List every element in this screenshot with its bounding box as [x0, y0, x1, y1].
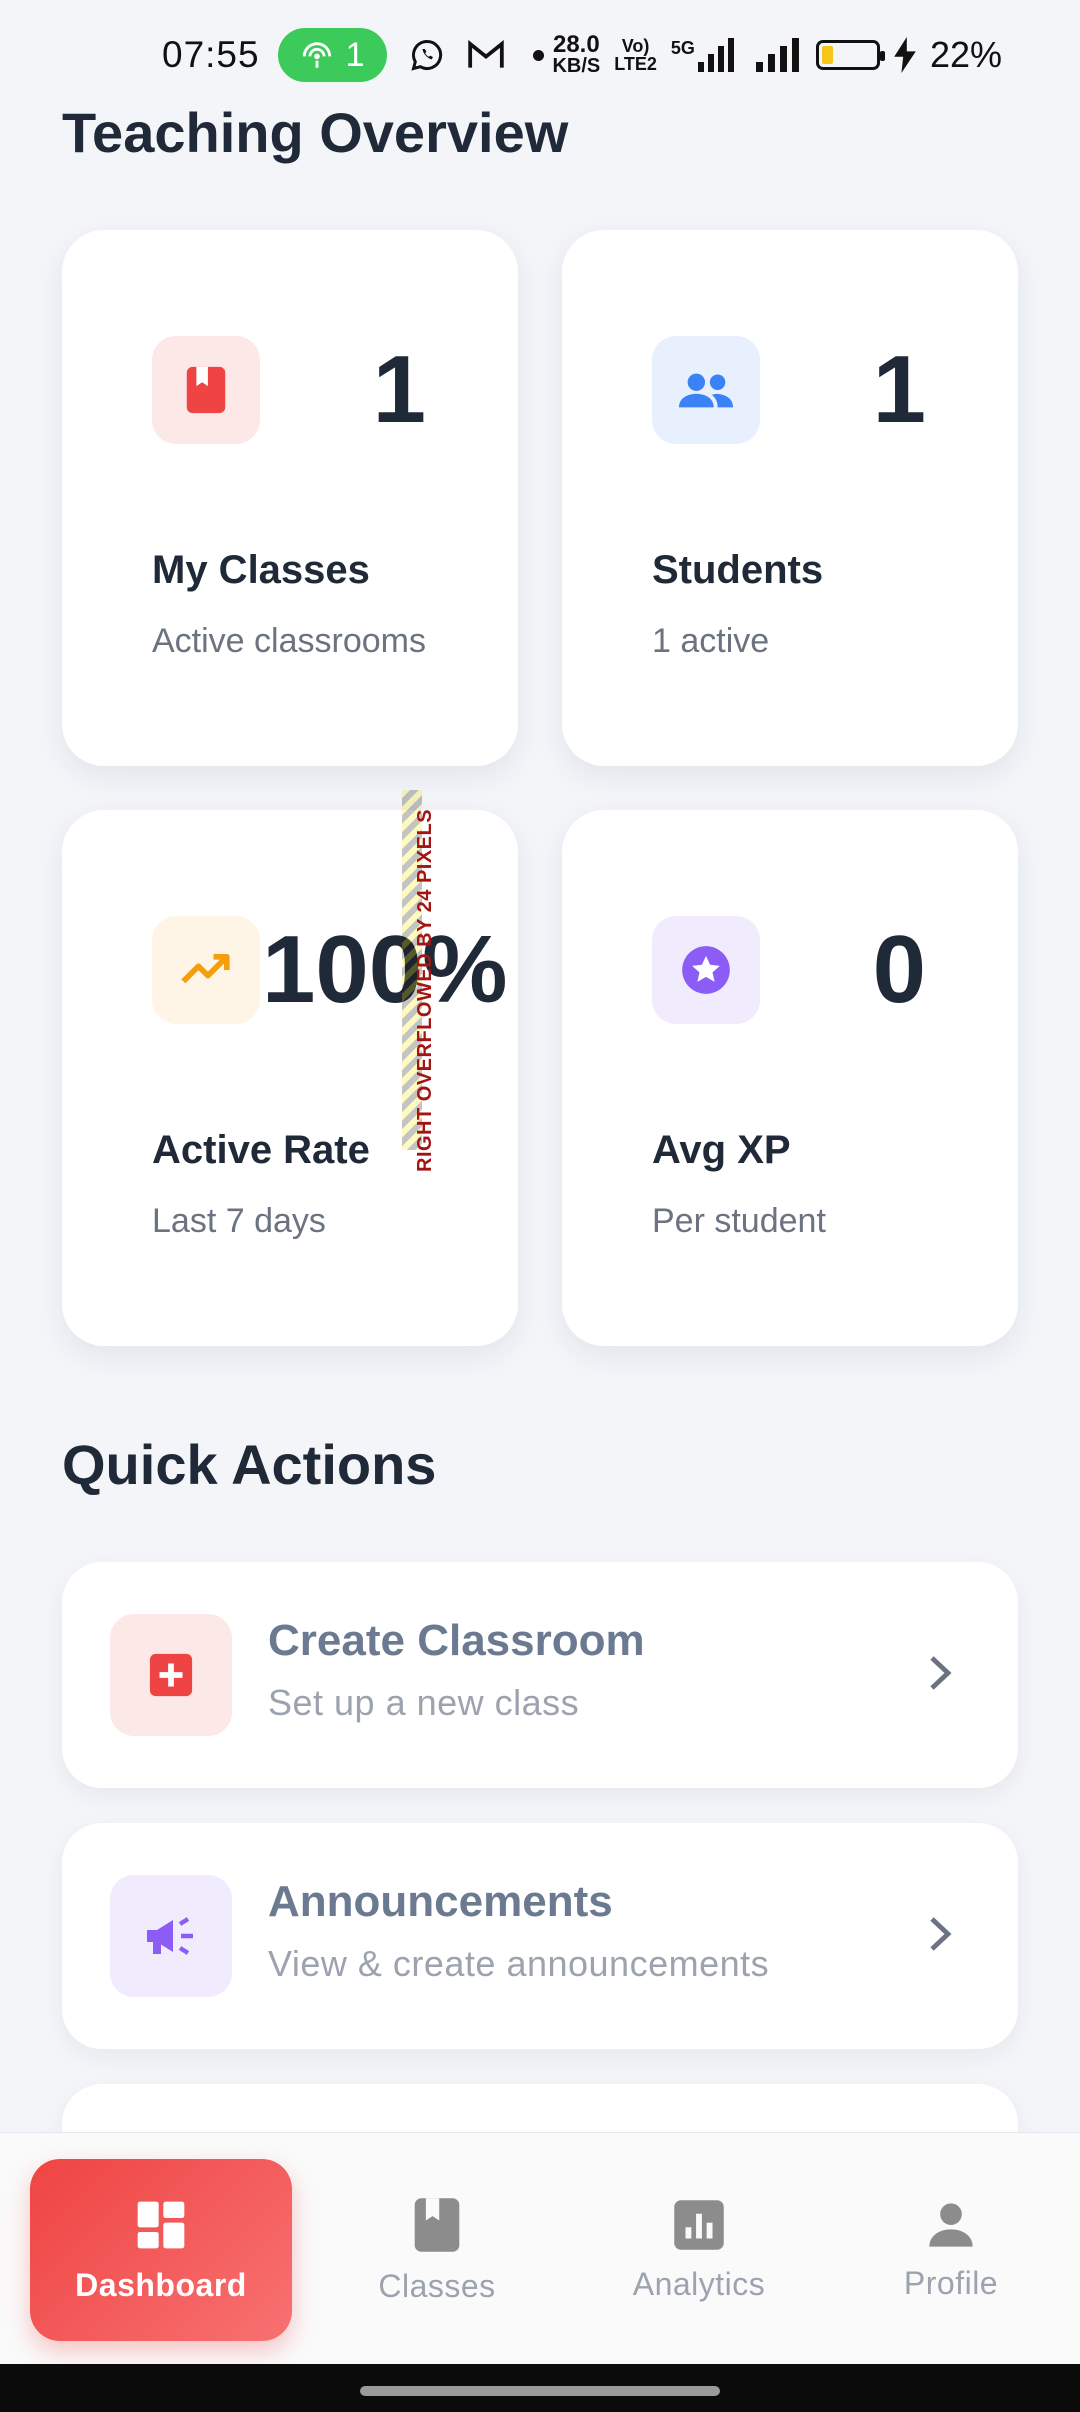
teacher-dashboard-screen: 07:55 1 28.0 KB/S Vo) LTE2 5G 22% Teachi… [0, 0, 1080, 2412]
chevron-right-icon [916, 1909, 966, 1959]
stat-label: Avg XP [652, 1128, 791, 1172]
nav-label: Profile [903, 2264, 999, 2301]
status-right-group: 28.0 KB/S Vo) LTE2 5G 22% [552, 0, 1002, 110]
dashboard-icon [137, 2201, 185, 2248]
analytics-icon [674, 2199, 724, 2250]
stat-label: Students [652, 548, 824, 592]
stat-icon-container [152, 336, 260, 444]
nav-dashboard[interactable]: Dashboard [30, 2159, 292, 2341]
stat-card-students[interactable]: 1 Students 1 active [562, 230, 1018, 766]
nav-analytics[interactable]: Analytics [584, 2159, 814, 2341]
quick-actions-title: Quick Actions [62, 1433, 437, 1496]
battery-percent: 22% [929, 34, 1002, 75]
stat-subtitle: Active classrooms [152, 622, 426, 660]
nav-classes[interactable]: Classes [322, 2159, 552, 2341]
stat-icon-container [652, 336, 760, 444]
whatsapp-icon [410, 39, 442, 71]
notification-icons [409, 37, 544, 73]
action-icon-container [110, 1875, 232, 1997]
stat-icon-container [652, 916, 760, 1024]
stat-card-my-classes[interactable]: 1 My Classes Active classrooms [62, 230, 518, 766]
action-subtitle: View & create announcements [268, 1943, 770, 1984]
status-bar: 07:55 1 28.0 KB/S Vo) LTE2 5G 22% [0, 0, 1080, 110]
overflow-warning: RIGHT OVERFLOWED BY 24 PIXELS [414, 808, 436, 1172]
signal-strength-2-icon [755, 38, 799, 72]
stat-label: My Classes [152, 548, 370, 592]
home-gesture-bar[interactable] [360, 2386, 720, 2396]
charging-bolt-icon [894, 37, 916, 73]
action-subtitle: Set up a new class [268, 1682, 580, 1723]
stat-subtitle: 1 active [652, 622, 770, 660]
more-notifications-dot [532, 49, 544, 61]
add-box-icon [149, 1653, 193, 1697]
stat-card-active-rate[interactable]: 100% RIGHT OVERFLOWED BY 24 PIXELS Activ… [62, 790, 518, 1346]
stat-value: 1 [872, 336, 926, 443]
create-classroom-action[interactable]: Create Classroom Set up a new class [62, 1562, 1018, 1788]
network-type: 5G [670, 38, 695, 58]
bottom-navigation: Dashboard Classes Analytics Profile [0, 2132, 1080, 2364]
nav-label: Dashboard [75, 2266, 247, 2303]
classes-book-icon [414, 2197, 460, 2252]
action-title: Announcements [268, 1877, 613, 1926]
volte-top: Vo) [621, 36, 650, 56]
network-speed-unit: KB/S [552, 55, 601, 77]
system-gesture-area [0, 2364, 1080, 2412]
star-badge-icon [682, 946, 730, 994]
volte-bottom: LTE2 [614, 54, 657, 74]
announcements-action[interactable]: Announcements View & create announcement… [62, 1823, 1018, 2049]
book-icon [186, 366, 226, 414]
stat-subtitle: Last 7 days [152, 1202, 326, 1240]
status-time: 07:55 [162, 34, 260, 75]
megaphone-icon [147, 1917, 193, 1955]
stat-card-avg-xp[interactable]: 0 Avg XP Per student [562, 810, 1018, 1346]
hotspot-icon [302, 42, 331, 68]
action-title: Create Classroom [268, 1616, 645, 1665]
person-icon [929, 2202, 973, 2247]
hotspot-indicator: 1 [277, 28, 387, 82]
trending-up-icon [181, 953, 230, 984]
stat-icon-container [152, 916, 260, 1024]
overview-title: Teaching Overview [62, 101, 569, 164]
stat-value: 0 [872, 916, 926, 1023]
action-icon-container [110, 1614, 232, 1736]
volte-indicator: Vo) LTE2 [614, 37, 657, 73]
network-speed-value: 28.0 [552, 31, 600, 58]
signal-5g: 5G [671, 38, 742, 72]
battery-level [821, 46, 833, 64]
signal-strength-icon [697, 38, 734, 72]
stat-label: Active Rate [152, 1128, 370, 1172]
stat-subtitle: Per student [652, 1202, 826, 1240]
hotspot-count: 1 [345, 35, 365, 74]
nav-label: Analytics [632, 2265, 766, 2302]
chevron-right-icon [916, 1648, 966, 1698]
stat-value: 100% [262, 916, 508, 1023]
people-icon [678, 373, 734, 408]
nav-profile[interactable]: Profile [836, 2159, 1066, 2341]
gmail-icon [467, 40, 504, 68]
stat-value: 1 [372, 336, 426, 443]
nav-label: Classes [378, 2267, 496, 2304]
battery-icon [815, 40, 885, 70]
network-speed: 28.0 KB/S [552, 31, 601, 77]
